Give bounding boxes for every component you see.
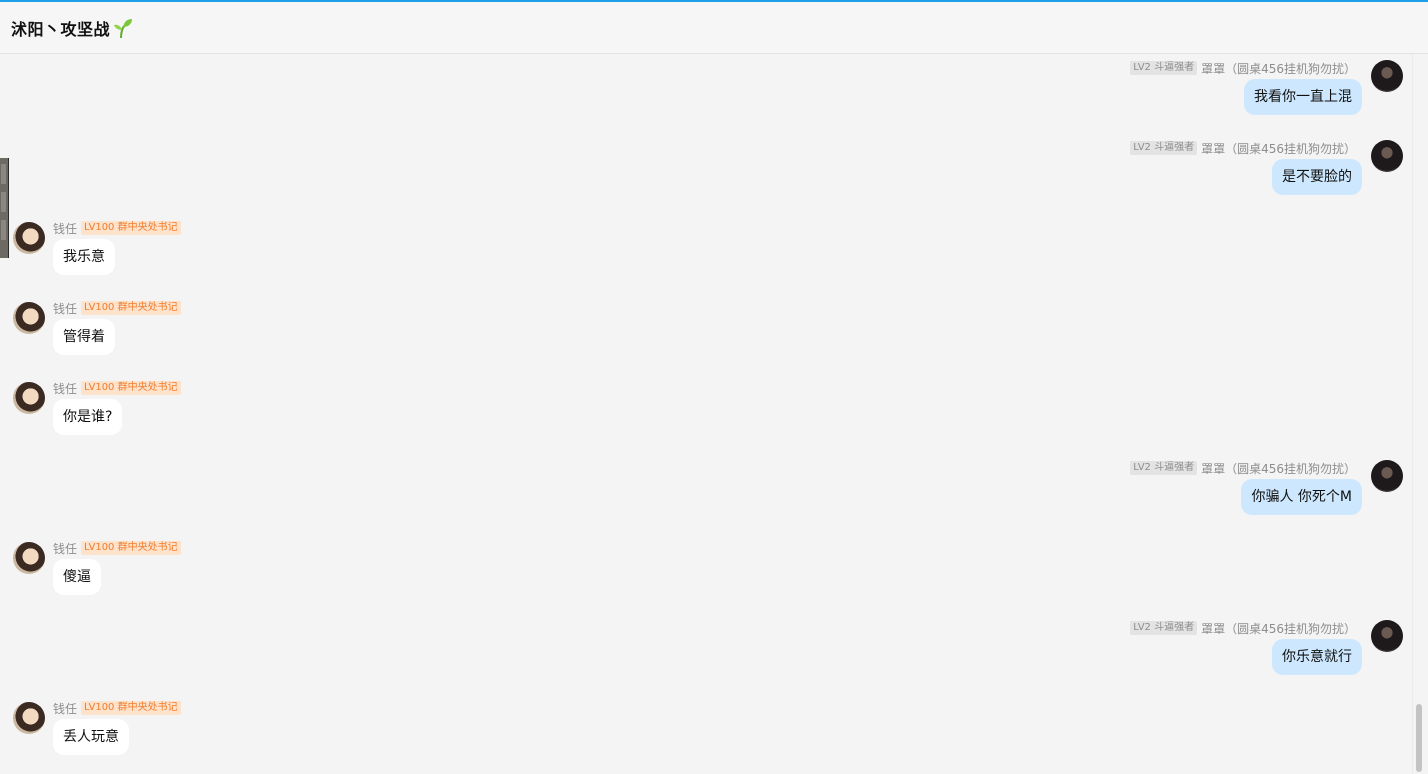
sender-name: 罩罩（圆桌456挂机狗勿扰） xyxy=(1201,461,1356,476)
message-bubble[interactable]: 管得着 xyxy=(53,319,115,355)
sender-name: 罩罩（圆桌456挂机狗勿扰） xyxy=(1201,621,1356,636)
message-item: LV2 斗逼强者 罩罩（圆桌456挂机狗勿扰） 我看你一直上混 xyxy=(0,60,1412,120)
message-meta: 钱任 LV100 群中央处书记 xyxy=(53,380,181,396)
level-badge: LV100 群中央处书记 xyxy=(81,541,181,555)
message-item: LV2 斗逼强者 罩罩（圆桌456挂机狗勿扰） 你乐意就行 xyxy=(0,620,1412,680)
chat-header: 沭阳丶攻坚战 xyxy=(0,2,1428,54)
avatar[interactable] xyxy=(1371,60,1403,92)
message-meta: LV2 斗逼强者 罩罩（圆桌456挂机狗勿扰） xyxy=(1130,620,1356,636)
message-item: 钱任 LV100 群中央处书记 管得着 xyxy=(0,300,1412,360)
avatar[interactable] xyxy=(1371,620,1403,652)
message-bubble[interactable]: 丢人玩意 xyxy=(53,719,129,755)
level-badge: LV2 斗逼强者 xyxy=(1130,621,1198,635)
level-badge: LV100 群中央处书记 xyxy=(81,221,181,235)
message-meta: LV2 斗逼强者 罩罩（圆桌456挂机狗勿扰） xyxy=(1130,60,1356,76)
sender-name: 钱任 xyxy=(53,221,78,236)
level-badge: LV2 斗逼强者 xyxy=(1130,141,1198,155)
message-bubble[interactable]: 你骗人 你死个M xyxy=(1241,479,1362,515)
message-bubble[interactable]: 傻逼 xyxy=(53,559,101,595)
avatar[interactable] xyxy=(13,702,45,734)
message-bubble[interactable]: 我看你一直上混 xyxy=(1244,79,1362,115)
message-meta: 钱任 LV100 群中央处书记 xyxy=(53,700,181,716)
message-item: 钱任 LV100 群中央处书记 我乐意 xyxy=(0,220,1412,280)
sender-name: 钱任 xyxy=(53,701,78,716)
message-bubble[interactable]: 我乐意 xyxy=(53,239,115,275)
sprout-icon xyxy=(111,17,133,39)
avatar[interactable] xyxy=(13,382,45,414)
message-bubble[interactable]: 你是谁? xyxy=(53,399,123,435)
scrollbar[interactable] xyxy=(1412,54,1428,774)
avatar[interactable] xyxy=(13,222,45,254)
message-item: 钱任 LV100 群中央处书记 你是谁? xyxy=(0,380,1412,440)
sender-name: 钱任 xyxy=(53,301,78,316)
message-meta: LV2 斗逼强者 罩罩（圆桌456挂机狗勿扰） xyxy=(1130,460,1356,476)
message-bubble[interactable]: 你乐意就行 xyxy=(1272,639,1362,675)
message-item: 钱任 LV100 群中央处书记 丢人玩意 xyxy=(0,700,1412,760)
message-item: LV2 斗逼强者 罩罩（圆桌456挂机狗勿扰） 是不要脸的 xyxy=(0,140,1412,200)
chat-title: 沭阳丶攻坚战 xyxy=(11,19,111,39)
message-bubble[interactable]: 是不要脸的 xyxy=(1272,159,1362,195)
message-list[interactable]: LV2 斗逼强者 罩罩（圆桌456挂机狗勿扰） 我看你一直上混 LV2 斗逼强者… xyxy=(0,54,1412,774)
message-meta: 钱任 LV100 群中央处书记 xyxy=(53,220,181,236)
level-badge: LV100 群中央处书记 xyxy=(81,381,181,395)
chat-window: 沭阳丶攻坚战 LV2 斗逼强者 罩罩（圆桌456挂机狗勿扰） 我看你一直上混 L… xyxy=(0,0,1428,774)
level-badge: LV2 斗逼强者 xyxy=(1130,61,1198,75)
message-meta: LV2 斗逼强者 罩罩（圆桌456挂机狗勿扰） xyxy=(1130,140,1356,156)
message-item: 钱任 LV100 群中央处书记 傻逼 xyxy=(0,540,1412,600)
avatar[interactable] xyxy=(1371,140,1403,172)
sender-name: 罩罩（圆桌456挂机狗勿扰） xyxy=(1201,141,1356,156)
level-badge: LV2 斗逼强者 xyxy=(1130,461,1198,475)
avatar[interactable] xyxy=(1371,460,1403,492)
message-meta: 钱任 LV100 群中央处书记 xyxy=(53,540,181,556)
sender-name: 钱任 xyxy=(53,381,78,396)
sender-name: 罩罩（圆桌456挂机狗勿扰） xyxy=(1201,61,1356,76)
level-badge: LV100 群中央处书记 xyxy=(81,301,181,315)
level-badge: LV100 群中央处书记 xyxy=(81,701,181,715)
message-item: LV2 斗逼强者 罩罩（圆桌456挂机狗勿扰） 你骗人 你死个M xyxy=(0,460,1412,520)
sender-name: 钱任 xyxy=(53,541,78,556)
avatar[interactable] xyxy=(13,542,45,574)
scrollbar-thumb[interactable] xyxy=(1416,704,1422,772)
message-meta: 钱任 LV100 群中央处书记 xyxy=(53,300,181,316)
avatar[interactable] xyxy=(13,302,45,334)
